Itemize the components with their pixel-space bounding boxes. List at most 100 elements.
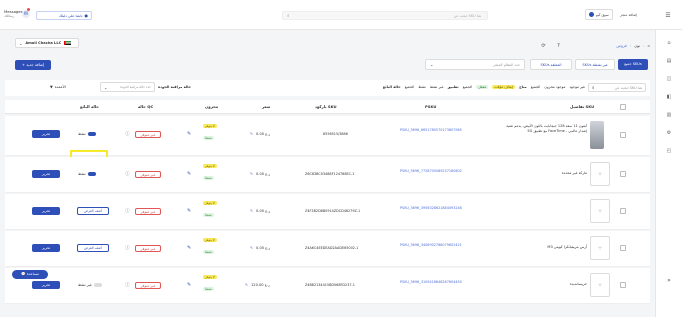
product-name: خريسانديدة <box>569 282 587 286</box>
sidebar-item-home[interactable]: ⌂ <box>664 38 674 48</box>
row-checkbox[interactable] <box>620 208 626 214</box>
psku-link[interactable]: PSKU_3696_3408902768079602421 <box>400 243 475 247</box>
header-sku-details: تفاصيل SKU <box>570 104 595 109</box>
row-checkbox[interactable] <box>620 245 626 251</box>
chip-all[interactable]: الجميع <box>405 85 415 89</box>
add-offer-button[interactable]: أضف العرض <box>77 244 109 252</box>
edit-button[interactable]: تحرير <box>32 170 60 178</box>
qc-info-icon[interactable]: ⓘ <box>125 171 130 177</box>
edit-pencil-icon[interactable]: ✎ <box>250 246 253 250</box>
follow-button[interactable]: تابعنا علي دليلك ● <box>36 11 92 20</box>
price-value[interactable]: ✎ 0.00 ر.ع <box>250 172 270 176</box>
add-new-button[interactable]: + إضافة جديد <box>15 60 51 70</box>
edit-pencil-icon[interactable]: ✎ <box>250 132 253 136</box>
chip-paused[interactable]: إيقاف مؤقت <box>492 85 516 89</box>
psku-link[interactable]: PSKU_3696_7728705089237180602 <box>400 169 475 173</box>
edit-button[interactable]: تحرير <box>32 207 60 215</box>
sidebar-item-reports[interactable]: ▥ <box>664 110 674 120</box>
follow-label: تابعنا علي دليلك <box>58 13 83 18</box>
sidebar-item-other[interactable]: ◰ <box>664 146 674 156</box>
edit-stock-icon[interactable]: ✎ <box>187 171 191 177</box>
sidebar-item-orders[interactable]: ◫ <box>664 74 674 84</box>
qc-info-icon[interactable]: ⓘ <box>125 208 130 214</box>
breadcrumb-current[interactable]: فروض <box>616 43 626 48</box>
chip-all-3[interactable]: الجميع <box>531 85 541 89</box>
chip-enabled[interactable]: مفعل <box>476 85 489 89</box>
tab-pending-skus[interactable]: SKUs المعلقة <box>530 59 572 70</box>
help-button[interactable]: 💬 مساعدة <box>12 270 48 279</box>
price-value[interactable]: ✎ 0.00 ر.ع <box>250 132 270 136</box>
refresh-icon[interactable]: ⟳ <box>540 42 547 49</box>
stock-badge-a: لا يتوفر <box>203 201 217 205</box>
toggle-switch[interactable] <box>87 172 96 176</box>
edit-stock-icon[interactable]: ✎ <box>187 245 191 251</box>
columns-label: الأعمدة <box>54 85 66 89</box>
price-value[interactable]: ✎ 120.00 ر.ع <box>245 283 270 287</box>
store-system-placeholder: حدد النظام المتجر <box>493 62 520 67</box>
store-label[interactable]: إضافة متجر <box>620 13 637 17</box>
collapse-sidebar-icon[interactable]: » <box>664 275 674 285</box>
search-icon: ⌕ <box>287 14 290 19</box>
row-checkbox[interactable] <box>620 171 626 177</box>
chip-in-stock[interactable]: موجود مخزون <box>544 85 565 89</box>
sidebar-item-settings[interactable]: ⚙ <box>664 128 674 138</box>
global-search-input[interactable]: ⌕ ابحث عن SKU هنا <box>282 11 488 20</box>
product-thumbnail-placeholder: + <box>590 273 610 297</box>
breadcrumb-home-icon[interactable]: ⌂ <box>648 43 650 48</box>
row-checkbox[interactable] <box>620 282 626 288</box>
account-selector[interactable]: سوق كيو <box>585 9 613 20</box>
edit-pencil-icon[interactable]: ✎ <box>245 283 248 287</box>
toggle-switch[interactable] <box>93 283 102 287</box>
info-icon: ● <box>84 13 89 18</box>
qc-info-icon[interactable]: ⓘ <box>125 131 130 137</box>
chip-out-of-stock[interactable]: غير موجود <box>569 85 585 89</box>
toggle-switch[interactable] <box>87 132 96 136</box>
price-value[interactable]: ✎ 0.00 ر.ع <box>250 209 270 213</box>
add-offer-button[interactable]: أضف العرض <box>77 207 109 215</box>
edit-pencil-icon[interactable]: ✎ <box>250 209 253 213</box>
qc-status-tag: غير متوفر <box>135 131 161 138</box>
edit-button[interactable]: تحرير <box>32 130 60 138</box>
edit-stock-icon[interactable]: ✎ <box>187 208 191 214</box>
help-circle-icon[interactable]: ? <box>555 42 562 49</box>
edit-button[interactable]: تحرير <box>32 281 60 289</box>
qc-info-icon[interactable]: ⓘ <box>125 245 130 251</box>
tab-all-skus[interactable]: جميع SKUs <box>618 59 648 70</box>
edit-button[interactable]: تحرير <box>32 244 60 252</box>
psku-link[interactable]: PSKU_3696_3956328621884093248 <box>400 206 475 210</box>
sku-search-input[interactable]: ⌕ ابحث عن SKU هنا <box>588 83 646 92</box>
status-toggle[interactable]: غير نشط <box>78 283 102 287</box>
tab-inactive-skus[interactable]: SKUs غير نشطة <box>575 59 615 70</box>
edit-stock-icon[interactable]: ✎ <box>187 131 191 137</box>
chip-inactive[interactable]: غير نشط <box>430 85 444 89</box>
row-checkbox[interactable] <box>620 132 626 138</box>
header-price: سعر <box>262 104 271 109</box>
chip-all-2[interactable]: الجميع <box>463 85 473 89</box>
select-all-checkbox[interactable] <box>620 104 626 110</box>
stock-badge-b: نشط <box>203 136 214 140</box>
edit-pencil-icon[interactable]: ✎ <box>250 172 253 176</box>
table-row: + خريسانديدة PSKU_3696_31094186482676044… <box>5 268 650 304</box>
columns-button[interactable]: ▼ الأعمدة <box>50 85 66 89</box>
status-toggle[interactable]: نشط <box>78 132 96 136</box>
messages-icon[interactable]: ✉ <box>22 10 30 18</box>
status-toggle[interactable]: نشط <box>78 172 96 176</box>
stock-badge-b: نشط <box>203 250 214 254</box>
store-selector[interactable]: ⌄ Amoli Chacha LLC <box>15 38 79 48</box>
breadcrumb-mid[interactable]: نون <box>634 43 640 48</box>
qc-info-icon[interactable]: ⓘ <box>125 282 130 288</box>
store-system-select[interactable]: ⌄ حدد النظام المتجر <box>425 59 525 70</box>
header-qc: حالة QC <box>138 104 154 109</box>
menu-icon[interactable]: ☰ <box>664 11 672 19</box>
chevron-down-icon: ⌄ <box>104 84 108 90</box>
sidebar-item-products[interactable]: ▤ <box>664 56 674 66</box>
sidebar-item-stock[interactable]: ◧ <box>664 92 674 102</box>
psku-link[interactable]: PSKU_3696_6651780570173807965 <box>400 128 475 132</box>
edit-stock-icon[interactable]: ✎ <box>187 282 191 288</box>
chip-active[interactable]: نشط <box>418 85 426 89</box>
quality-select[interactable]: ⌄ حدد حالة مراقبة الجودة <box>100 82 155 92</box>
psku-link[interactable]: PSKU_3696_3109418648267604450 <box>400 280 475 284</box>
filter-icon: ▼ <box>50 85 53 89</box>
price-value[interactable]: ✎ 0.00 ر.ع <box>250 246 270 250</box>
help-chat-icon: 💬 <box>21 272 26 276</box>
